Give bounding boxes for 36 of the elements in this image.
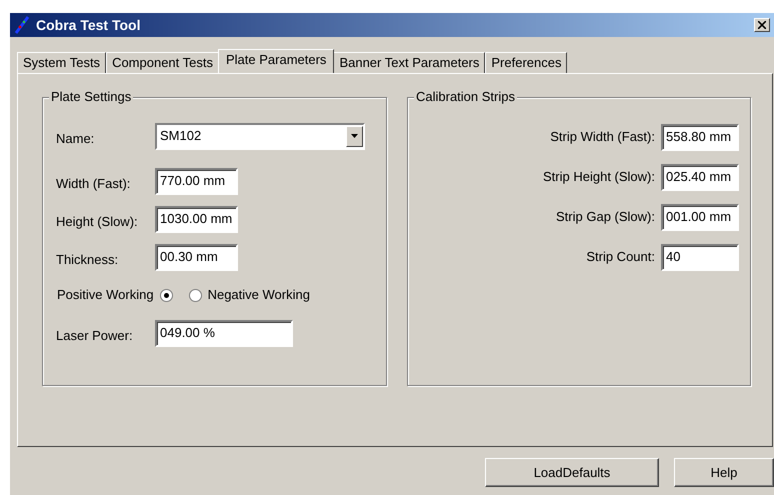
tab[interactable]: Component Tests	[106, 52, 219, 73]
load-defaults-button[interactable]: LoadDefaults	[485, 458, 659, 487]
field-label: Strip Gap (Slow):	[556, 208, 655, 226]
dropdown-arrow-icon	[351, 134, 358, 138]
input-field[interactable]: 40	[661, 244, 739, 270]
tab[interactable]: Plate Parameters	[218, 49, 334, 73]
radio-button[interactable]	[188, 288, 202, 302]
name-dropdown[interactable]: SM102	[155, 122, 365, 150]
input-field[interactable]: 00.30 mm	[155, 244, 238, 270]
field-label: Strip Height (Slow):	[543, 168, 655, 186]
input-field[interactable]: 558.80 mm	[661, 124, 739, 150]
app-icon	[14, 16, 30, 34]
group-title: Calibration Strips	[414, 89, 517, 105]
field-label: Name:	[56, 130, 96, 148]
field-label: Width (Fast):	[56, 175, 132, 194]
input-field[interactable]: 1030.00 mm	[155, 206, 238, 232]
radio-label: Negative Working	[208, 286, 310, 304]
radio-button[interactable]	[160, 288, 173, 302]
field-label: Height (Slow):	[56, 213, 139, 232]
input-field[interactable]: 770.00 mm	[155, 168, 238, 194]
tab[interactable]: Banner Text Parameters	[333, 52, 486, 73]
input-field[interactable]: 001.00 mm	[661, 204, 739, 230]
radio-label: Positive Working	[57, 286, 154, 304]
group-title: Plate Settings	[49, 89, 134, 105]
help-button[interactable]: Help	[674, 458, 774, 487]
close-icon	[758, 21, 766, 29]
window-title: Cobra Test Tool	[36, 16, 140, 34]
field-label: Strip Width (Fast):	[550, 128, 655, 146]
field-label: Thickness:	[56, 251, 120, 270]
input-field[interactable]: 049.00 %	[155, 320, 293, 346]
field-label: Strip Count:	[586, 248, 655, 266]
close-button[interactable]	[754, 18, 770, 32]
tab[interactable]: System Tests	[17, 52, 106, 73]
field-label: Laser Power:	[56, 327, 134, 346]
input-field[interactable]: 025.40 mm	[661, 164, 739, 190]
tab[interactable]: Preferences	[485, 52, 568, 73]
